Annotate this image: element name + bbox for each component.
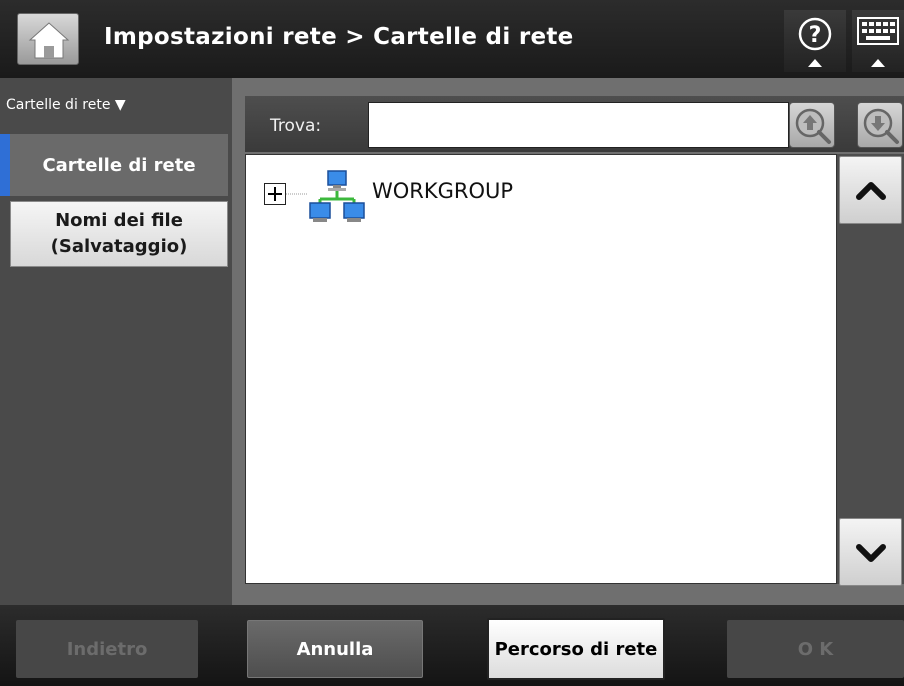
page-title: Impostazioni rete > Cartelle di rete xyxy=(104,24,574,50)
scrollbar[interactable] xyxy=(837,154,904,586)
sidebar: Cartelle di rete ▼ Cartelle di rete Nomi… xyxy=(0,78,232,605)
network-icon xyxy=(309,170,365,222)
sidebar-item-label-line2: (Salvataggio) xyxy=(50,236,188,257)
sidebar-item-nomi-dei-file[interactable]: Nomi dei file (Salvataggio) xyxy=(10,201,228,267)
home-icon xyxy=(28,22,70,59)
sidebar-item-label: Cartelle di rete xyxy=(42,154,196,176)
find-previous-icon xyxy=(795,108,831,144)
find-next-button[interactable] xyxy=(857,102,903,148)
network-path-button[interactable]: Percorso di rete xyxy=(487,618,665,680)
search-input[interactable] xyxy=(368,102,789,148)
selection-indicator xyxy=(0,134,10,196)
help-button[interactable]: ? xyxy=(784,10,846,72)
header-bar: Impostazioni rete > Cartelle di rete ? xyxy=(0,0,904,78)
chevron-up-icon xyxy=(856,182,886,200)
ok-button[interactable]: O K xyxy=(727,620,904,678)
tree-node-workgroup[interactable]: WORKGROUP xyxy=(264,169,594,222)
folder-tree[interactable]: WORKGROUP xyxy=(245,154,837,584)
home-button[interactable] xyxy=(17,13,79,65)
tree-node-label: WORKGROUP xyxy=(372,179,514,203)
scroll-down-button[interactable] xyxy=(839,518,902,586)
svg-text:?: ? xyxy=(809,23,822,48)
chevron-down-icon xyxy=(856,544,886,562)
tree-connector xyxy=(286,193,308,195)
sidebar-item-label-line1: Nomi dei file xyxy=(55,210,183,231)
sidebar-header[interactable]: Cartelle di rete ▼ xyxy=(0,92,232,118)
search-bar: Trova: xyxy=(245,96,904,152)
expand-icon[interactable] xyxy=(264,183,286,205)
help-icon: ? xyxy=(798,17,832,67)
cancel-button[interactable]: Annulla xyxy=(247,620,423,678)
back-button[interactable]: Indietro xyxy=(16,620,198,678)
find-next-icon xyxy=(863,108,899,144)
keyboard-icon xyxy=(857,17,899,67)
find-previous-button[interactable] xyxy=(789,102,835,148)
scroll-up-button[interactable] xyxy=(839,156,902,224)
sidebar-item-cartelle-di-rete[interactable]: Cartelle di rete xyxy=(0,134,228,196)
sidebar-item-label: Nomi dei file (Salvataggio) xyxy=(11,202,227,266)
search-label: Trova: xyxy=(270,116,322,136)
main-panel: Trova: WORKGROUP xyxy=(232,78,904,605)
footer-bar: Indietro Annulla Percorso di rete O K xyxy=(0,605,904,686)
keyboard-button[interactable] xyxy=(852,10,904,72)
